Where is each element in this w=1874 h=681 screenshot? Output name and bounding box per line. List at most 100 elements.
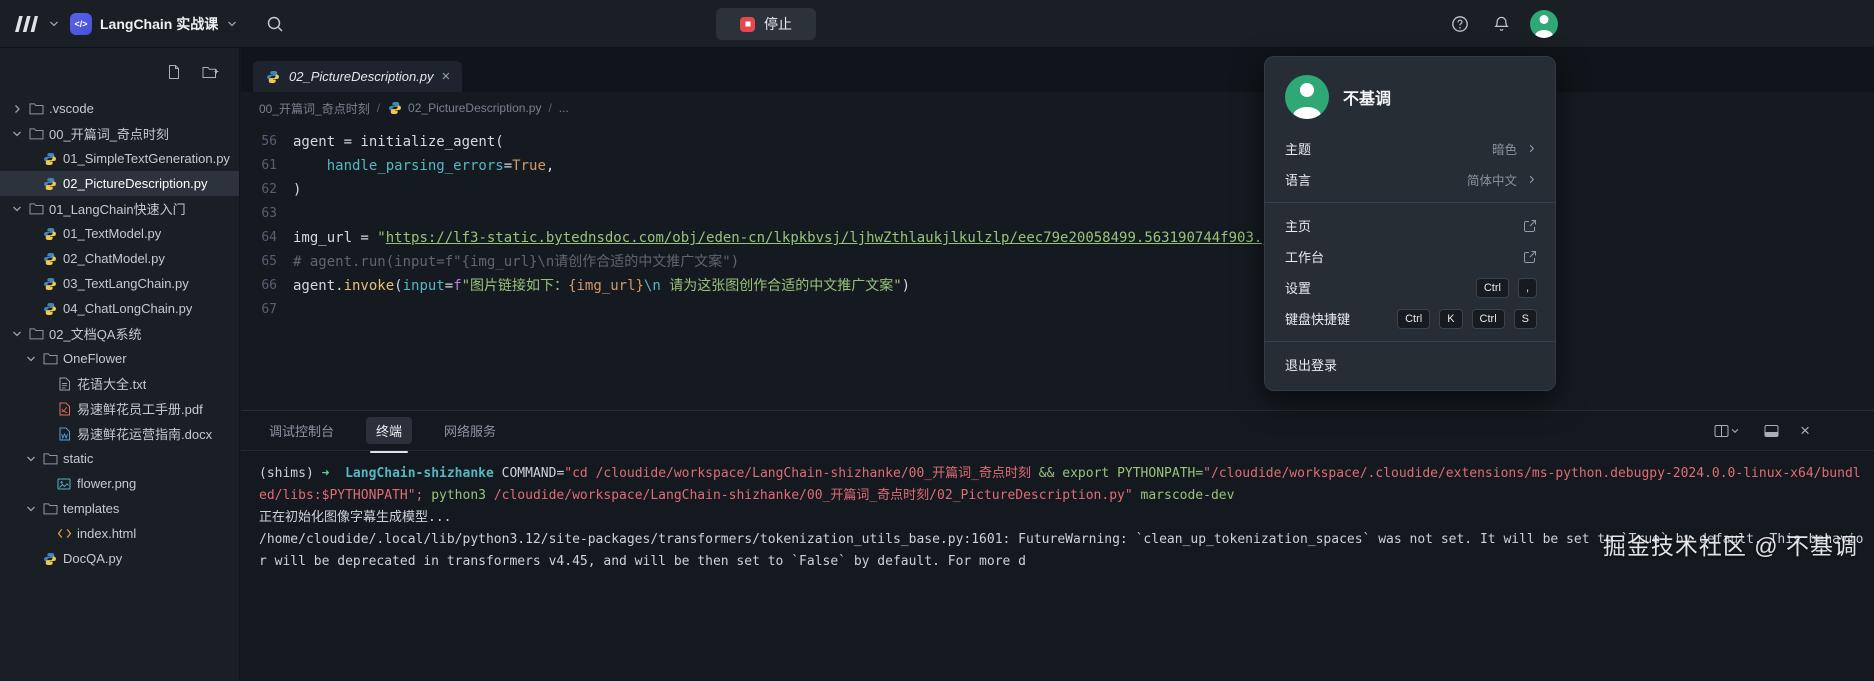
code-line: 65# agent.run(input=f"{img_url}\n请创作合适的中…	[241, 250, 1874, 274]
file-tree-item-ch01[interactable]: 01_LangChain快速入门	[0, 196, 239, 221]
menu-item-settings[interactable]: 设置Ctrl,	[1265, 272, 1555, 303]
user-avatar[interactable]	[1530, 10, 1558, 38]
breadcrumb-item[interactable]: ...	[559, 101, 569, 115]
file-tree-item-f5[interactable]: 03_TextLangChain.py	[0, 271, 239, 296]
file-tree-item-static[interactable]: static	[0, 446, 239, 471]
panel-tab-network-service[interactable]: 网络服务	[434, 417, 506, 444]
menu-divider	[1265, 202, 1555, 203]
user-menu-dropdown: 不基调 主题暗色语言简体中文主页工作台设置Ctrl,键盘快捷键CtrlKCtrl…	[1264, 56, 1556, 391]
new-file-icon	[166, 64, 182, 80]
menu-item-logout[interactable]: 退出登录	[1265, 349, 1555, 380]
terminal-layout-button[interactable]	[1710, 420, 1744, 442]
project-switcher[interactable]: LangChain 实战课	[70, 13, 238, 35]
file-tree-item-f11[interactable]: index.html	[0, 521, 239, 546]
breadcrumb-item[interactable]: 00_开篇词_奇点时刻	[259, 100, 370, 117]
project-chevron-icon	[226, 18, 238, 30]
menu-item-right: 暗色	[1492, 139, 1537, 158]
file-tree-item-vscode[interactable]: .vscode	[0, 96, 239, 121]
file-tree-item-label: 00_开篇词_奇点时刻	[49, 124, 169, 143]
image-file-icon	[56, 478, 72, 490]
stop-button[interactable]: 停止	[716, 8, 816, 40]
file-tree-item-oneflower[interactable]: OneFlower	[0, 346, 239, 371]
project-name: LangChain 实战课	[100, 14, 218, 34]
file-tree: .vscode 00_开篇词_奇点时刻 01_SimpleTextGeneratio…	[0, 96, 239, 571]
close-icon[interactable]	[442, 69, 451, 84]
menu-item-language[interactable]: 语言简体中文	[1265, 164, 1555, 195]
python-file-icon	[265, 70, 281, 84]
menu-item-label: 主页	[1285, 216, 1311, 235]
file-tree-item-f4[interactable]: 02_ChatModel.py	[0, 246, 239, 271]
shortcut-key: Ctrl	[1476, 278, 1509, 298]
file-tree-item-f2[interactable]: 02_PictureDescription.py	[0, 171, 239, 196]
file-tree-item-f9[interactable]: 易速鲜花运营指南.docx	[0, 421, 239, 446]
close-panel-icon[interactable]	[1800, 422, 1810, 439]
panel-header: 调试控制台终端网络服务	[241, 411, 1874, 451]
app-logo-icon	[14, 16, 38, 32]
app-menu-chevron-icon[interactable]	[48, 18, 60, 30]
file-tree-item-f8[interactable]: 易速鲜花员工手册.pdf	[0, 396, 239, 421]
code-line: 64img_url = "https://lf3-static.bytednsd…	[241, 226, 1874, 250]
user-menu-header: 不基调	[1265, 57, 1555, 133]
editor-tab[interactable]: 02_PictureDescription.py	[253, 61, 462, 92]
menu-item-home[interactable]: 主页	[1265, 210, 1555, 241]
folder-icon	[28, 127, 44, 140]
chevron-down-icon[interactable]	[24, 353, 37, 365]
file-tree-item-label: .vscode	[49, 101, 94, 116]
shortcut-key: K	[1439, 309, 1462, 329]
file-tree-item-label: 03_TextLangChain.py	[63, 276, 189, 291]
folder-icon	[28, 102, 44, 115]
code-line: 61 handle_parsing_errors=True,	[241, 154, 1874, 178]
python-file-icon	[42, 252, 58, 266]
chevron-down-icon[interactable]	[10, 203, 23, 215]
menu-item-theme[interactable]: 主题暗色	[1265, 133, 1555, 164]
code-text: agent = initialize_agent(	[293, 130, 504, 154]
panel-tabs: 调试控制台终端网络服务	[259, 417, 506, 444]
code-line: 63	[241, 202, 1874, 226]
menu-item-right: 简体中文	[1467, 170, 1537, 189]
file-tree-item-f7[interactable]: 花语大全.txt	[0, 371, 239, 396]
code-view[interactable]: 56agent = initialize_agent(61 handle_par…	[241, 124, 1874, 322]
file-tree-item-f10[interactable]: flower.png	[0, 471, 239, 496]
file-tree-item-label: templates	[63, 501, 119, 516]
file-tree-item-f1[interactable]: 01_SimpleTextGeneration.py	[0, 146, 239, 171]
file-tree-item-label: 02_ChatModel.py	[63, 251, 165, 266]
code-text: img_url = "https://lf3-static.bytednsdoc…	[293, 226, 1271, 250]
chevron-right-icon[interactable]	[10, 103, 23, 115]
menu-item-keyboard-shortcuts[interactable]: 键盘快捷键CtrlKCtrlS	[1265, 303, 1555, 334]
file-tree-item-label: 花语大全.txt	[77, 374, 146, 393]
file-tree-item-f12[interactable]: DocQA.py	[0, 546, 239, 571]
shortcut-key: Ctrl	[1472, 309, 1505, 329]
notifications-button[interactable]	[1489, 11, 1514, 37]
python-file-icon	[42, 152, 58, 166]
shortcut-key: ,	[1518, 278, 1537, 298]
search-button[interactable]	[262, 11, 288, 37]
chevron-down-icon[interactable]	[10, 328, 23, 340]
file-tree-item-ch02[interactable]: 02_文档QA系统	[0, 321, 239, 346]
chevron-down-icon[interactable]	[10, 128, 23, 140]
watermark: 掘金技术社区 @ 不基调	[1603, 527, 1858, 561]
chevron-down-icon[interactable]	[24, 453, 37, 465]
help-button[interactable]	[1447, 11, 1473, 37]
file-tree-item-templates[interactable]: templates	[0, 496, 239, 521]
file-tree-item-ch00[interactable]: 00_开篇词_奇点时刻	[0, 121, 239, 146]
code-text: # agent.run(input=f"{img_url}\n请创作合适的中文推…	[293, 250, 739, 274]
chevron-down-icon[interactable]	[24, 503, 37, 515]
new-file-button[interactable]	[162, 60, 186, 84]
chevron-right-icon	[1526, 143, 1537, 154]
maximize-panel-button[interactable]	[1760, 420, 1784, 442]
panel-tab-debug-console[interactable]: 调试控制台	[259, 417, 344, 444]
panel-tab-terminal[interactable]: 终端	[366, 417, 412, 444]
breadcrumb-item[interactable]: 02_PictureDescription.py	[387, 101, 541, 115]
line-number: 66	[241, 274, 293, 298]
file-tree-item-f3[interactable]: 01_TextModel.py	[0, 221, 239, 246]
code-line: 66agent.invoke(input=f"图片链接如下：{img_url}\…	[241, 274, 1874, 298]
folder-icon	[28, 327, 44, 340]
file-tree-item-f6[interactable]: 04_ChatLongChain.py	[0, 296, 239, 321]
app-logo[interactable]	[14, 16, 38, 32]
menu-item-workspace[interactable]: 工作台	[1265, 241, 1555, 272]
python-file-icon	[42, 227, 58, 241]
python-file-icon	[42, 277, 58, 291]
menu-item-right: Ctrl,	[1471, 278, 1537, 298]
help-icon	[1451, 15, 1469, 33]
new-folder-button[interactable]	[198, 61, 223, 84]
